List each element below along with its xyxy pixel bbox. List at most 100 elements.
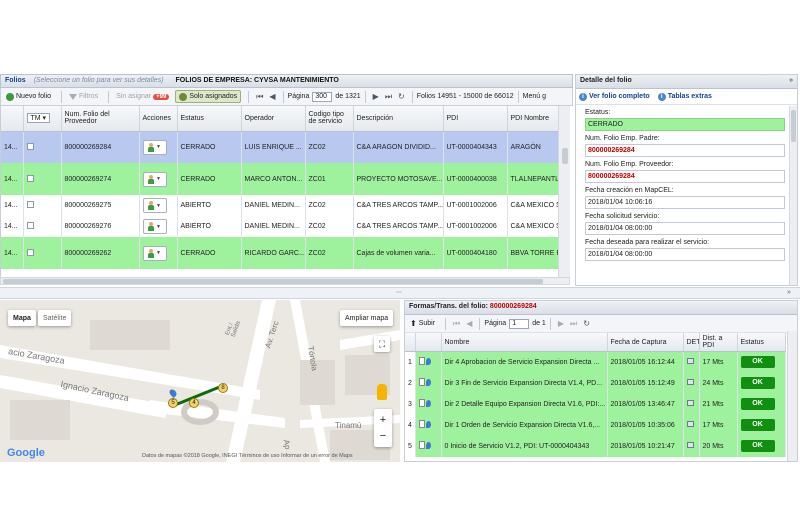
row-checkbox[interactable] — [26, 222, 34, 229]
status-ok-button[interactable]: OK — [740, 356, 775, 369]
row-checkbox-cell[interactable] — [23, 216, 62, 237]
column-header-pdi-nombre[interactable]: PDI Nombre — [507, 106, 558, 132]
enlarge-map-button[interactable]: Ampliar mapa — [340, 310, 394, 326]
folio-padre-field[interactable]: 800000269284 — [585, 144, 785, 157]
row-checkbox-cell[interactable] — [23, 195, 62, 216]
next-page-icon[interactable]: ▶ — [558, 319, 564, 328]
location-icon[interactable] — [426, 379, 432, 386]
map-panel[interactable]: acio Zaragoza Ignacio Zaragoza Av. Terc … — [0, 300, 400, 462]
row-det[interactable] — [683, 351, 700, 373]
page-input[interactable]: 300 — [312, 91, 333, 102]
column-header-nombre[interactable]: Nombre — [441, 333, 608, 352]
row-estatus-cell[interactable]: OK — [737, 393, 786, 415]
page-input[interactable]: 1 — [509, 318, 530, 329]
estatus-field[interactable]: CERRADO — [585, 118, 785, 131]
actions-menu-button[interactable]: ▼ — [142, 198, 167, 213]
refresh-icon[interactable]: ↻ — [398, 92, 405, 101]
row-actions-cell[interactable]: ▼ — [139, 195, 178, 216]
status-ok-button[interactable]: OK — [740, 398, 775, 410]
first-page-icon[interactable]: ⏮ — [453, 319, 460, 329]
new-folio-button[interactable]: Nuevo folio — [3, 90, 54, 103]
upload-button[interactable]: ⬆ Subir — [407, 317, 438, 330]
next-page-icon[interactable]: ▶ — [373, 92, 379, 101]
status-ok-button[interactable]: OK — [740, 419, 775, 431]
table-row[interactable]: 14... 800000269284 ▼ CERRADO LUIS ENRIQU… — [1, 131, 558, 163]
status-ok-button[interactable]: OK — [740, 440, 775, 452]
status-ok-button[interactable]: OK — [740, 377, 775, 389]
table-row[interactable]: 14... 800000269262 ▼ CERRADO RICARDO GAR… — [1, 237, 558, 269]
detail-icon[interactable] — [686, 379, 694, 385]
column-header-tm[interactable]: TM ▾ — [23, 106, 62, 132]
row-actions-cell[interactable]: ▼ — [139, 163, 178, 195]
last-page-icon[interactable]: ⏭ — [570, 319, 577, 329]
table-row[interactable]: 1 Dir 4 Aprobacion de Servicio Expansion… — [405, 351, 786, 373]
scrollbar-thumb[interactable] — [791, 110, 796, 142]
menu-button[interactable]: Menú g — [523, 93, 546, 100]
row-checkbox[interactable] — [26, 248, 34, 256]
collapse-icon[interactable]: » — [789, 75, 793, 87]
detail-icon[interactable] — [686, 358, 694, 365]
tab-tablas-extras[interactable]: i Tablas extras — [657, 92, 712, 101]
row-estatus-cell[interactable]: OK — [737, 435, 786, 457]
folios-vertical-scrollbar[interactable] — [558, 106, 570, 277]
table-row[interactable]: 4 Dir 1 Orden de Servicio Expansion Dire… — [405, 414, 786, 436]
detail-scrollbar[interactable] — [789, 106, 797, 285]
formas-scrollbar[interactable] — [787, 331, 797, 461]
fecha-deseada-field[interactable]: 2018/01/04 08:00:00 — [585, 248, 785, 261]
row-checkbox-cell[interactable] — [23, 131, 62, 163]
column-header-pdi[interactable]: PDI — [443, 106, 508, 132]
row-checkbox[interactable] — [26, 174, 34, 182]
folios-horizontal-scrollbar[interactable] — [0, 277, 570, 285]
row-estatus-cell[interactable]: OK — [737, 351, 786, 373]
map-type-mapa[interactable]: Mapa — [8, 310, 36, 326]
column-header-estatus[interactable]: Estatus — [177, 106, 242, 132]
column-header-codigo[interactable]: Codigo tipo de servicio — [305, 106, 354, 132]
table-row[interactable]: 2 Dir 3 Fin de Servicio Expansion Direct… — [405, 372, 786, 394]
column-header-operador[interactable]: Operador — [241, 106, 306, 132]
row-estatus-cell[interactable]: OK — [737, 414, 786, 436]
detail-icon[interactable] — [686, 400, 694, 406]
map-marker[interactable]: 8 — [218, 383, 228, 393]
actions-menu-button[interactable]: ▼ — [142, 171, 167, 187]
row-actions-cell[interactable]: ▼ — [139, 237, 178, 269]
map-type-satelite[interactable]: Satélite — [38, 310, 72, 326]
fecha-creacion-field[interactable]: 2018/01/04 10:06:16 — [585, 196, 785, 209]
column-header-folio[interactable]: Num. Folio del Proveedor — [61, 106, 140, 132]
row-checkbox[interactable] — [26, 201, 34, 208]
row-det[interactable] — [683, 435, 700, 457]
detail-icon[interactable] — [686, 421, 694, 427]
scrollbar-thumb[interactable] — [562, 148, 568, 164]
document-icon[interactable] — [418, 399, 425, 407]
table-row[interactable]: 5 0 Inicio de Servicio V1.2, PDI: UT-000… — [405, 435, 786, 457]
folio-proveedor-field[interactable]: 800000269284 — [585, 170, 785, 183]
zoom-out-button[interactable]: − — [380, 428, 386, 444]
actions-menu-button[interactable]: ▼ — [142, 245, 167, 261]
column-header-fecha[interactable]: Fecha de Captura — [607, 333, 684, 352]
table-row[interactable]: 14... 800000269276 ▼ ABIERTO DANIEL MEDI… — [1, 216, 558, 237]
tm-select[interactable]: TM ▾ — [26, 113, 51, 124]
map-marker[interactable]: 4 — [189, 398, 199, 408]
column-header-det[interactable]: DET — [683, 333, 700, 352]
row-actions-cell[interactable]: ▼ — [139, 131, 178, 163]
row-det[interactable] — [683, 414, 700, 436]
table-row[interactable]: 3 Dir 2 Detalle Equipo Expansion Directa… — [405, 393, 786, 415]
location-icon[interactable] — [426, 400, 432, 407]
table-row[interactable]: 14... 800000269274 ▼ CERRADO MARCO ANTON… — [1, 163, 558, 195]
column-header-acciones[interactable]: Acciones — [139, 106, 178, 132]
unassigned-button[interactable]: Sin asignar +99 — [113, 90, 172, 103]
prev-page-icon[interactable]: ◀ — [269, 92, 275, 101]
panel-splitter[interactable]: ⋯ » — [0, 287, 800, 299]
filters-button[interactable]: Filtros — [66, 90, 101, 103]
location-icon[interactable] — [426, 421, 432, 428]
document-icon[interactable] — [418, 378, 425, 386]
splitter-grip-icon[interactable]: ⋯ — [396, 289, 402, 296]
actions-menu-button[interactable]: ▼ — [142, 219, 167, 234]
fullscreen-icon[interactable]: ⛶ — [374, 336, 390, 352]
detail-icon[interactable] — [686, 442, 694, 448]
tab-ver-folio[interactable]: i Ver folio completo — [579, 92, 650, 101]
column-header-descripcion[interactable]: Descripción — [353, 106, 444, 132]
column-header-dist[interactable]: Dist. a PDI — [699, 333, 738, 352]
location-icon[interactable] — [426, 358, 432, 366]
only-assigned-toggle[interactable]: Solo asignados — [175, 90, 242, 103]
map-marker[interactable]: 5 — [168, 398, 178, 408]
